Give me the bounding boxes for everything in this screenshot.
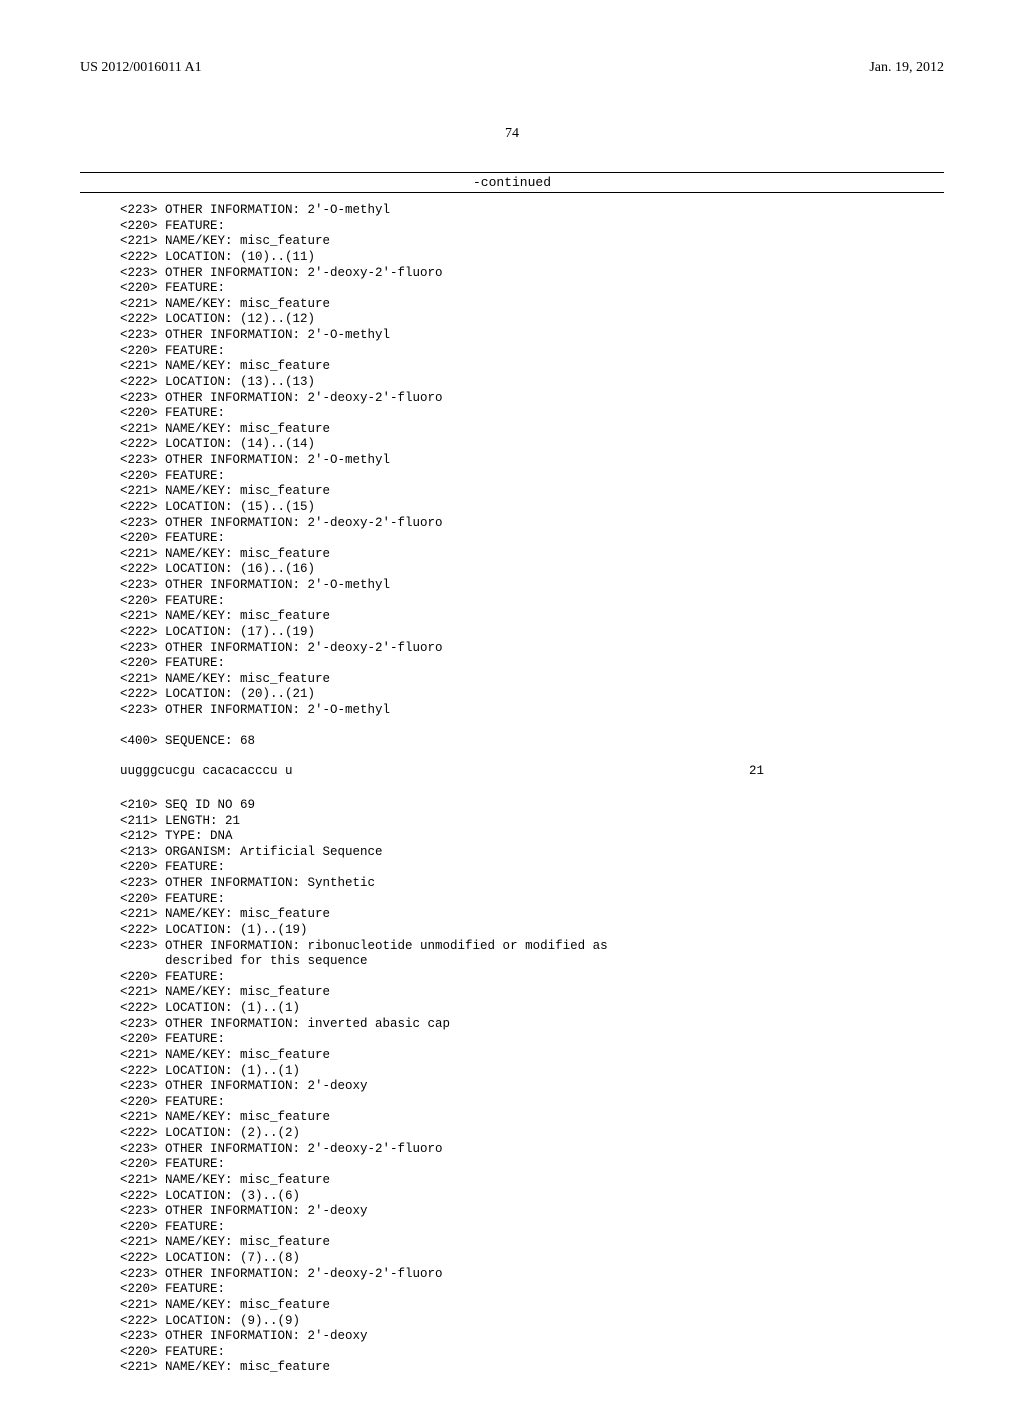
sequence-68-length: 21 [749,764,764,778]
page-header: US 2012/0016011 A1 Jan. 19, 2012 [80,60,944,76]
sequence-listing-block-1: <223> OTHER INFORMATION: 2'-O-methyl <22… [120,203,944,750]
publication-date: Jan. 19, 2012 [869,60,944,76]
sequence-68-text: uugggcucgu cacacacccu u [120,764,293,778]
publication-number: US 2012/0016011 A1 [80,60,202,76]
sequence-68-line: uugggcucgu cacacacccu u 21 [120,764,764,778]
continued-rule: -continued [80,172,944,193]
continued-label: -continued [80,175,944,190]
page-number: 74 [80,126,944,142]
sequence-listing-block-2: <210> SEQ ID NO 69 <211> LENGTH: 21 <212… [120,798,944,1376]
